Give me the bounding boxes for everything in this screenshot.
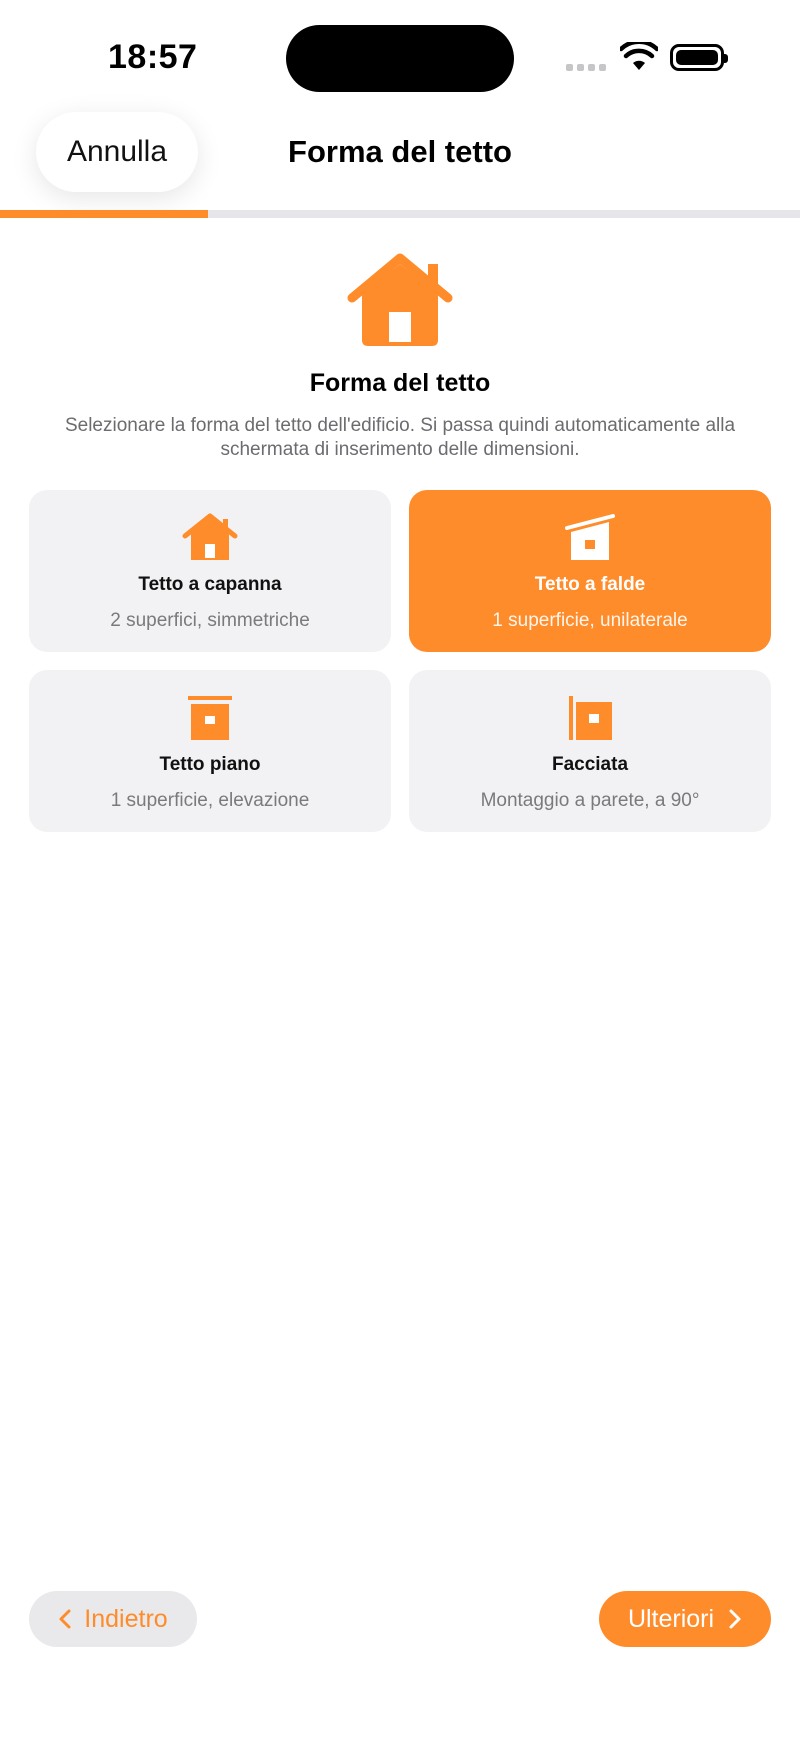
chevron-left-icon — [59, 1609, 71, 1629]
flat-roof-icon — [188, 696, 232, 740]
option-title: Tetto a falde — [534, 574, 646, 595]
option-gable-roof[interactable]: Tetto a capanna 2 superfici, simmetriche — [29, 490, 391, 652]
section-description: Selezionare la forma del tetto dell'edif… — [64, 415, 736, 460]
option-title: Facciata — [551, 754, 629, 775]
status-time: 18:57 — [108, 38, 198, 76]
section-title: Forma del tetto — [309, 369, 491, 397]
option-title: Tetto a capanna — [138, 574, 282, 595]
facade-icon — [569, 696, 612, 740]
next-button-label: Ulteriori — [627, 1604, 715, 1633]
option-facade[interactable]: Facciata Montaggio a parete, a 90° — [409, 670, 771, 832]
option-subtitle: 1 superficie, elevazione — [110, 790, 310, 811]
option-subtitle: 1 superficie, unilaterale — [492, 610, 688, 631]
progress-fill — [0, 210, 208, 218]
shed-roof-icon — [565, 514, 615, 560]
battery-icon — [670, 44, 728, 71]
back-button[interactable]: Indietro — [29, 1591, 197, 1647]
option-title: Tetto piano — [159, 754, 261, 775]
wifi-icon — [620, 42, 658, 70]
progress-bar — [0, 210, 800, 218]
gable-roof-icon — [182, 513, 238, 560]
option-shed-roof[interactable]: Tetto a falde 1 superficie, unilaterale — [409, 490, 771, 652]
back-button-label: Indietro — [84, 1604, 168, 1633]
option-subtitle: 2 superfici, simmetriche — [110, 610, 310, 631]
dynamic-island — [286, 25, 514, 92]
page-title: Forma del tetto — [288, 134, 512, 169]
option-flat-roof[interactable]: Tetto piano 1 superficie, elevazione — [29, 670, 391, 832]
chevron-right-icon — [729, 1609, 741, 1629]
house-icon — [347, 253, 453, 346]
next-button[interactable]: Ulteriori — [599, 1591, 771, 1647]
cellular-signal-icon — [566, 64, 606, 71]
option-subtitle: Montaggio a parete, a 90° — [480, 790, 700, 811]
